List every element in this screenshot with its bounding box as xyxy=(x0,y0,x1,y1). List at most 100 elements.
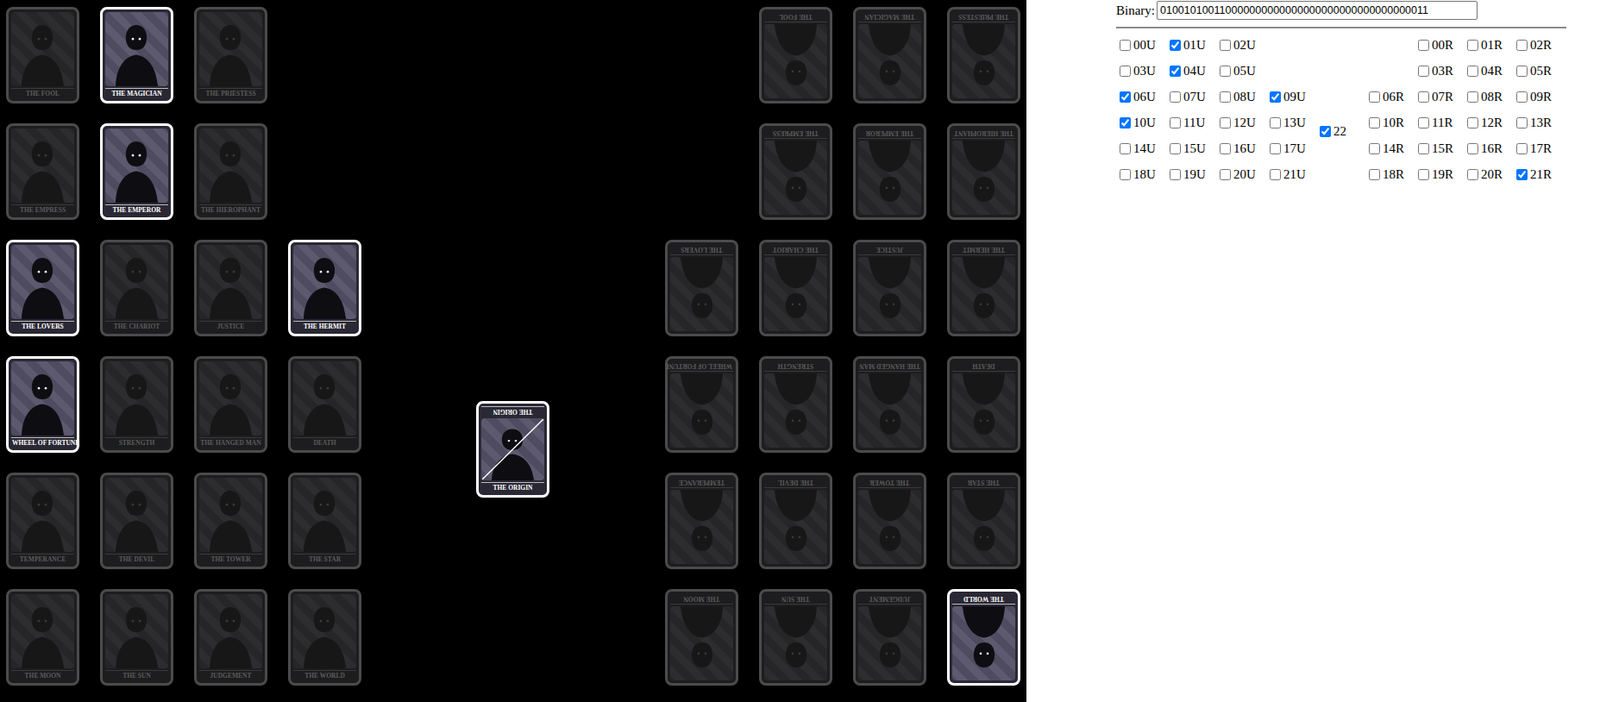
checkbox[interactable] xyxy=(1169,117,1181,129)
tarot-card[interactable]: THE PRIESTESS xyxy=(194,6,268,104)
checkbox[interactable] xyxy=(1368,117,1381,129)
checkbox[interactable] xyxy=(1418,143,1430,155)
tarot-card[interactable]: THE MOON xyxy=(665,589,739,686)
card-checkbox[interactable]: 18U xyxy=(1116,161,1167,188)
card-checkbox[interactable]: 01U xyxy=(1166,31,1217,58)
checkbox[interactable] xyxy=(1169,65,1181,77)
tarot-card[interactable]: TEMPERANCE xyxy=(665,472,739,570)
card-checkbox[interactable]: 20U xyxy=(1216,161,1267,188)
card-checkbox[interactable]: 02U xyxy=(1216,31,1267,58)
tarot-card[interactable]: THE EMPEROR xyxy=(853,123,927,220)
tarot-card[interactable]: THE FOOL xyxy=(759,6,833,104)
tarot-card[interactable]: THE TOWER xyxy=(194,472,268,570)
card-checkbox[interactable]: 07R xyxy=(1414,83,1464,110)
binary-field[interactable] xyxy=(1156,0,1478,20)
tarot-card[interactable]: WHEEL OF FORTUNE xyxy=(665,356,739,453)
tarot-card[interactable]: WHEEL OF FORTUNE xyxy=(6,356,80,453)
checkbox[interactable] xyxy=(1516,169,1528,181)
checkbox[interactable] xyxy=(1418,91,1430,103)
card-checkbox[interactable]: 22 xyxy=(1316,118,1366,145)
tarot-card[interactable]: THE SUN xyxy=(100,589,174,686)
tarot-card[interactable]: THE DEVIL xyxy=(100,472,174,570)
tarot-card[interactable]: THE EMPEROR xyxy=(100,123,174,220)
tarot-card[interactable]: THE HIEROPHANT xyxy=(947,123,1021,220)
tarot-card[interactable]: STRENGTH xyxy=(759,356,833,453)
card-checkbox[interactable]: 18R xyxy=(1365,161,1415,188)
card-checkbox[interactable]: 10U xyxy=(1116,109,1167,136)
checkbox[interactable] xyxy=(1418,65,1430,77)
checkbox[interactable] xyxy=(1516,143,1528,155)
tarot-card[interactable]: THE EMPRESS xyxy=(759,123,833,220)
checkbox[interactable] xyxy=(1368,169,1381,181)
card-checkbox[interactable]: 17U xyxy=(1266,135,1317,162)
card-checkbox[interactable]: 17R xyxy=(1512,135,1563,162)
checkbox[interactable] xyxy=(1269,91,1281,103)
checkbox[interactable] xyxy=(1418,39,1430,51)
card-checkbox[interactable]: 12R xyxy=(1463,109,1513,136)
card-checkbox[interactable]: 02R xyxy=(1512,31,1563,58)
checkbox[interactable] xyxy=(1467,91,1479,103)
card-checkbox[interactable]: 08R xyxy=(1463,83,1513,110)
checkbox[interactable] xyxy=(1516,117,1528,129)
checkbox[interactable] xyxy=(1368,91,1381,103)
checkbox[interactable] xyxy=(1169,91,1181,103)
tarot-card[interactable]: THE PRIESTESS xyxy=(947,6,1021,104)
checkbox[interactable] xyxy=(1119,117,1131,129)
card-checkbox[interactable]: 13R xyxy=(1512,109,1563,136)
card-checkbox[interactable]: 08U xyxy=(1216,83,1267,110)
checkbox[interactable] xyxy=(1169,39,1181,51)
checkbox[interactable] xyxy=(1467,117,1479,129)
card-checkbox[interactable]: 16U xyxy=(1216,135,1267,162)
card-checkbox[interactable]: 09R xyxy=(1512,83,1563,110)
checkbox[interactable] xyxy=(1368,143,1381,155)
card-checkbox[interactable]: 00U xyxy=(1116,31,1167,58)
card-checkbox[interactable]: 05U xyxy=(1216,57,1267,84)
tarot-card[interactable]: THE MAGICIAN xyxy=(100,6,174,104)
tarot-card[interactable]: JUSTICE xyxy=(194,239,268,337)
card-checkbox[interactable]: 15U xyxy=(1166,135,1217,162)
card-checkbox[interactable]: 07U xyxy=(1166,83,1217,110)
tarot-card[interactable]: THE STAR xyxy=(288,472,362,570)
card-checkbox[interactable]: 03U xyxy=(1116,57,1167,84)
tarot-card[interactable]: THE WORLD xyxy=(288,589,362,686)
tarot-card[interactable]: THE HANGED MAN xyxy=(853,356,927,453)
tarot-card[interactable]: THE DEVIL xyxy=(759,472,833,570)
tarot-card[interactable]: JUDGEMENT xyxy=(853,589,927,686)
card-checkbox[interactable]: 06R xyxy=(1365,83,1415,110)
tarot-card[interactable]: THE HERMIT xyxy=(947,239,1021,337)
tarot-card[interactable]: TEMPERANCE xyxy=(6,472,80,570)
checkbox[interactable] xyxy=(1269,117,1281,129)
checkbox[interactable] xyxy=(1119,91,1131,103)
card-checkbox[interactable]: 19U xyxy=(1166,161,1217,188)
card-checkbox[interactable]: 11R xyxy=(1414,109,1464,136)
tarot-card[interactable]: THE STAR xyxy=(947,472,1021,570)
tarot-card[interactable]: THE CHARIOT xyxy=(100,239,174,337)
checkbox[interactable] xyxy=(1219,143,1231,155)
origin-card[interactable]: THE ORIGINTHE ORIGIN xyxy=(476,401,550,498)
checkbox[interactable] xyxy=(1219,39,1231,51)
checkbox[interactable] xyxy=(1219,117,1231,129)
card-checkbox[interactable]: 16R xyxy=(1463,135,1513,162)
checkbox[interactable] xyxy=(1467,39,1479,51)
card-checkbox[interactable]: 20R xyxy=(1463,161,1513,188)
card-checkbox[interactable]: 19R xyxy=(1414,161,1464,188)
checkbox[interactable] xyxy=(1119,169,1131,181)
card-checkbox[interactable]: 13U xyxy=(1266,109,1317,136)
card-checkbox[interactable]: 09U xyxy=(1266,83,1317,110)
tarot-card[interactable]: THE LOVERS xyxy=(6,239,80,337)
tarot-card[interactable]: JUSTICE xyxy=(853,239,927,337)
tarot-card[interactable]: THE MOON xyxy=(6,589,80,686)
card-checkbox[interactable]: 04R xyxy=(1463,57,1513,84)
tarot-card[interactable]: JUDGEMENT xyxy=(194,589,268,686)
tarot-card[interactable]: STRENGTH xyxy=(100,356,174,453)
checkbox[interactable] xyxy=(1169,143,1181,155)
checkbox[interactable] xyxy=(1516,91,1528,103)
card-checkbox[interactable]: 14U xyxy=(1116,135,1167,162)
card-checkbox[interactable]: 11U xyxy=(1166,109,1217,136)
tarot-card[interactable]: THE WORLD xyxy=(947,589,1021,686)
tarot-card[interactable]: THE LOVERS xyxy=(665,239,739,337)
card-checkbox[interactable]: 04U xyxy=(1166,57,1217,84)
checkbox[interactable] xyxy=(1219,65,1231,77)
checkbox[interactable] xyxy=(1467,169,1479,181)
tarot-card[interactable]: THE HIEROPHANT xyxy=(194,123,268,220)
